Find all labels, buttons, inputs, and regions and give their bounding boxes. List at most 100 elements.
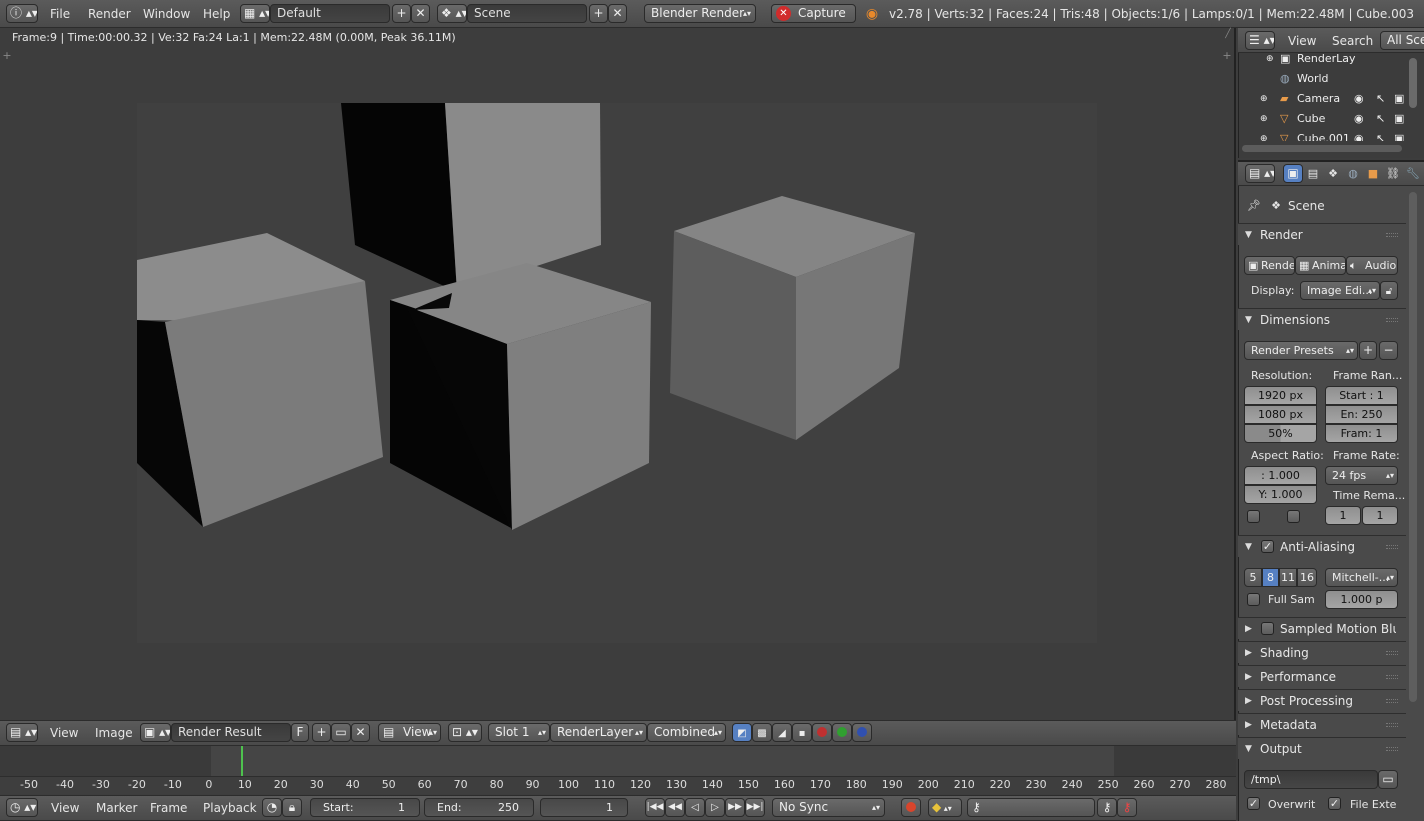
- frame-rate-select[interactable]: 24 fps ▴▾: [1325, 466, 1398, 485]
- lock-interface-button[interactable]: 🔓︎: [1380, 281, 1398, 300]
- panel-metadata-header[interactable]: ▶ Metadata: [1238, 713, 1406, 735]
- timeline-editor-type-button[interactable]: ◷ ▴▾: [6, 798, 38, 817]
- jump-keyframe-back-button[interactable]: ◀◀: [665, 798, 685, 817]
- render-engine-select[interactable]: Blender Render ▴▾: [644, 4, 756, 23]
- tab-modifiers[interactable]: 🔧︎: [1404, 165, 1422, 182]
- draw-color-alpha-button[interactable]: ◩: [732, 723, 752, 742]
- pivot-select[interactable]: ⊡ ▴▾: [448, 723, 482, 742]
- panel-performance-header[interactable]: ▶ Performance: [1238, 665, 1406, 687]
- render-camera-icon[interactable]: ▣: [1394, 109, 1404, 129]
- end-frame-field[interactable]: End: 250: [424, 798, 534, 817]
- border-checkbox[interactable]: [1247, 510, 1260, 523]
- keying-mode-select[interactable]: ◆ ▴▾: [928, 798, 962, 817]
- auto-keying-button[interactable]: [901, 798, 921, 817]
- delete-keyframe-button[interactable]: ⚷: [1117, 798, 1137, 817]
- cursor-icon[interactable]: ↖: [1376, 89, 1385, 109]
- outliner-menu-view[interactable]: View: [1288, 32, 1316, 50]
- layout-name-field[interactable]: Default: [270, 4, 390, 23]
- current-frame-field[interactable]: 1: [540, 798, 628, 817]
- drag-grip-icon[interactable]: [1386, 723, 1398, 727]
- scene-add-button[interactable]: +: [589, 4, 608, 23]
- image-menu-view[interactable]: View: [50, 724, 78, 742]
- preset-add-button[interactable]: +: [1359, 341, 1377, 360]
- pin-icon[interactable]: 📌︎: [1246, 197, 1262, 213]
- jump-keyframe-forward-button[interactable]: ▶▶: [725, 798, 745, 817]
- frame-start-field[interactable]: Start : 1: [1325, 386, 1398, 405]
- view-mode-select[interactable]: ▤ View ▴▾: [378, 723, 441, 742]
- channel-green-button[interactable]: [832, 723, 852, 742]
- render-camera-icon[interactable]: ▣: [1394, 89, 1404, 109]
- frame-step-field[interactable]: Fram: 1: [1325, 424, 1398, 443]
- draw-zbuffer-button[interactable]: ▪: [792, 723, 812, 742]
- aa-samples-8[interactable]: 8: [1262, 568, 1279, 587]
- output-path-field[interactable]: /tmp\: [1244, 770, 1378, 789]
- tab-render-layers[interactable]: ▤: [1304, 165, 1322, 182]
- current-frame-marker[interactable]: [241, 746, 244, 776]
- insert-keyframe-button[interactable]: ⚷: [1097, 798, 1117, 817]
- menu-window[interactable]: Window: [143, 5, 190, 23]
- render-still-button[interactable]: ▣ Rende: [1244, 256, 1295, 275]
- resolution-x-field[interactable]: 1920 px: [1244, 386, 1317, 405]
- properties-editor-type-button[interactable]: ▤ ▴▾: [1245, 164, 1275, 183]
- outliner-row-camera[interactable]: ⊕ ▰ Camera ◉ ↖ ▣: [1240, 89, 1406, 109]
- outliner-h-scrollbar[interactable]: [1242, 145, 1402, 152]
- cursor-icon[interactable]: ↖: [1376, 129, 1385, 141]
- frame-end-field[interactable]: En: 250: [1325, 405, 1398, 424]
- panel-output-header[interactable]: ▼ Output: [1238, 737, 1406, 759]
- file-extensions-checkbox[interactable]: ✓: [1328, 797, 1341, 810]
- outliner-filter-select[interactable]: All Scenes: [1380, 31, 1424, 50]
- menu-render[interactable]: Render: [88, 5, 131, 23]
- draw-color-button[interactable]: ▩: [752, 723, 772, 742]
- play-reverse-button[interactable]: ◁: [685, 798, 705, 817]
- eye-icon[interactable]: ◉: [1354, 109, 1364, 129]
- start-frame-field[interactable]: Start: 1: [310, 798, 420, 817]
- drag-grip-icon[interactable]: [1386, 651, 1398, 655]
- eye-icon[interactable]: ◉: [1354, 129, 1364, 141]
- time-remap-new-field[interactable]: 1: [1362, 506, 1398, 525]
- aa-samples-16[interactable]: 16: [1297, 568, 1317, 587]
- outliner-menu-search[interactable]: Search: [1332, 32, 1373, 50]
- tab-constraints[interactable]: ⛓︎: [1384, 165, 1402, 182]
- antialiasing-checkbox[interactable]: ✓: [1261, 540, 1274, 553]
- panel-motion-blur-header[interactable]: ▶ Sampled Motion Blur: [1238, 617, 1406, 639]
- plus-corner-icon-right[interactable]: +: [1222, 50, 1232, 61]
- aa-samples-5[interactable]: 5: [1244, 568, 1262, 587]
- display-select[interactable]: Image Edi... ▴▾: [1300, 281, 1380, 300]
- render-pass-select[interactable]: Combined ▴▾: [647, 723, 726, 742]
- panel-shading-header[interactable]: ▶ Shading: [1238, 641, 1406, 663]
- plus-corner-icon[interactable]: +: [2, 50, 12, 61]
- image-menu-image[interactable]: Image: [95, 724, 133, 742]
- outliner-row-cube[interactable]: ⊕ ▽ Cube ◉ ↖ ▣: [1240, 109, 1406, 129]
- aspect-y-field[interactable]: Y: 1.000: [1244, 485, 1317, 504]
- render-layer-select[interactable]: RenderLayer ▴▾: [550, 723, 647, 742]
- scene-name-field[interactable]: Scene: [467, 4, 587, 23]
- render-camera-icon[interactable]: ▣: [1394, 129, 1404, 141]
- output-browse-button[interactable]: ▭: [1378, 770, 1398, 789]
- outliner-scrollbar[interactable]: [1409, 58, 1417, 108]
- timeline-menu-frame[interactable]: Frame: [150, 799, 187, 817]
- eye-icon[interactable]: ◉: [1354, 89, 1364, 109]
- draw-alpha-button[interactable]: ◢: [772, 723, 792, 742]
- play-button[interactable]: ▷: [705, 798, 725, 817]
- jump-end-button[interactable]: ▶▶|: [745, 798, 765, 817]
- layout-select-button[interactable]: ▦ ▴▾: [240, 4, 270, 23]
- outliner-row-renderlayer[interactable]: ⊕ ▣ RenderLay: [1240, 49, 1406, 69]
- menu-file[interactable]: File: [50, 5, 70, 23]
- drag-grip-icon[interactable]: [1386, 545, 1398, 549]
- render-presets-select[interactable]: Render Presets ▴▾: [1244, 341, 1358, 360]
- aa-filter-size-field[interactable]: 1.000 p: [1325, 590, 1398, 609]
- tab-scene[interactable]: ❖: [1324, 165, 1342, 182]
- image-new-button[interactable]: +: [312, 723, 331, 742]
- slot-select[interactable]: Slot 1 ▴▾: [488, 723, 550, 742]
- scene-remove-button[interactable]: ✕: [608, 4, 627, 23]
- properties-scrollbar[interactable]: [1409, 192, 1417, 702]
- drag-grip-icon[interactable]: [1386, 747, 1398, 751]
- image-unlink-button[interactable]: ✕: [351, 723, 370, 742]
- lock-frame-button[interactable]: 🔒︎: [282, 798, 302, 817]
- cursor-icon[interactable]: ↖: [1376, 109, 1385, 129]
- tab-world[interactable]: ◍: [1344, 165, 1362, 182]
- resolution-y-field[interactable]: 1080 px: [1244, 405, 1317, 424]
- panel-antialiasing-header[interactable]: ▼ ✓ Anti-Aliasing: [1238, 535, 1406, 557]
- image-open-button[interactable]: ▭: [331, 723, 351, 742]
- channel-blue-button[interactable]: [852, 723, 872, 742]
